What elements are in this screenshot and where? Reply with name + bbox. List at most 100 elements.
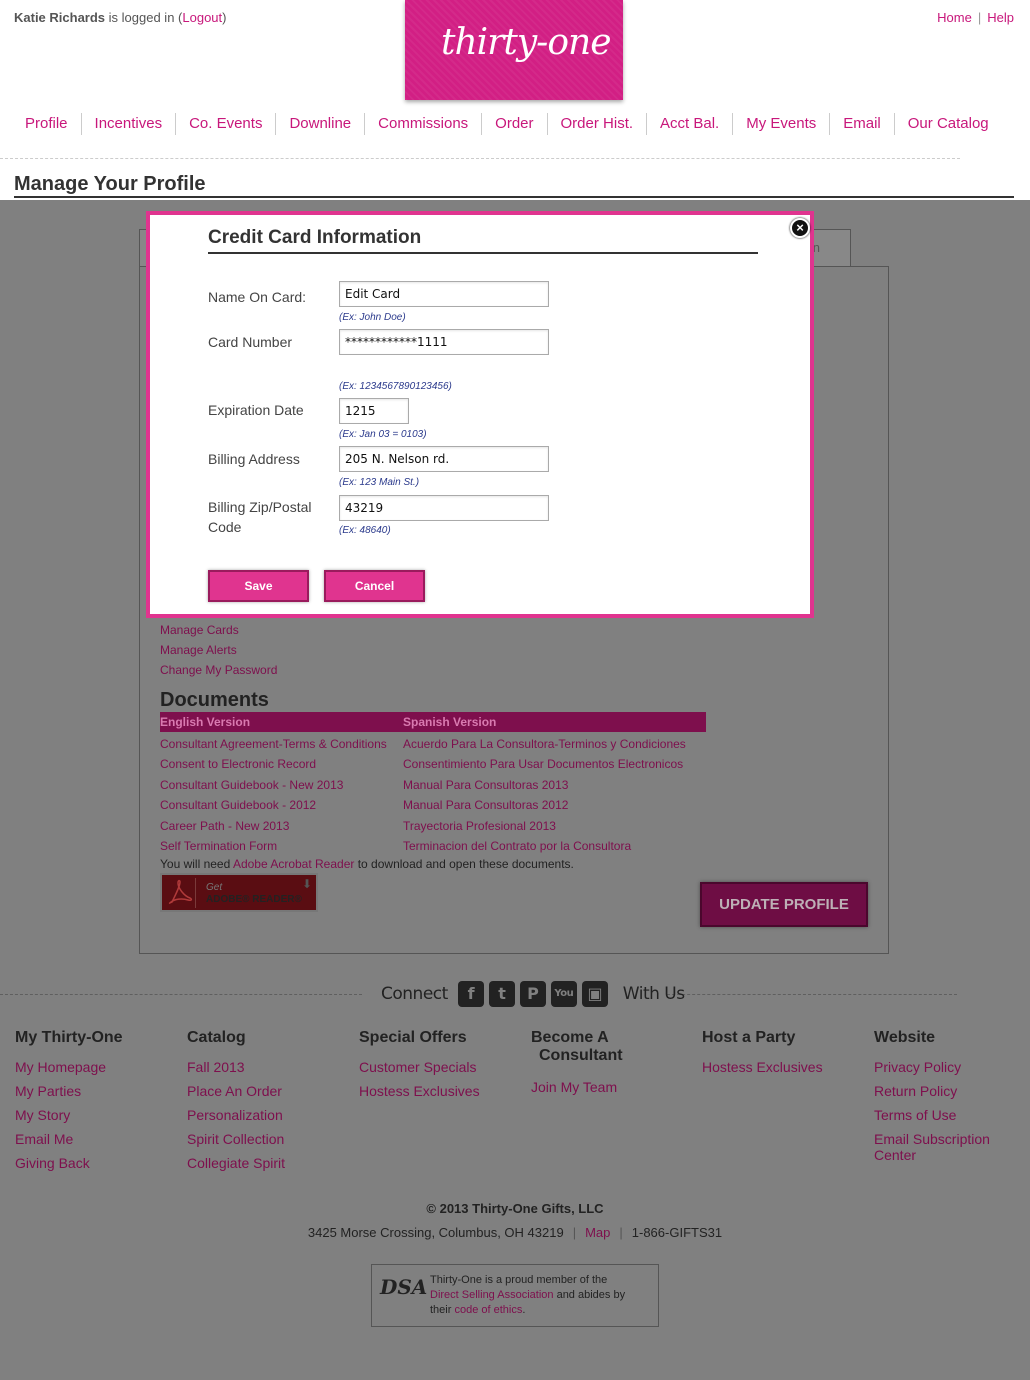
- footer-link[interactable]: Email Subscription Center: [874, 1127, 990, 1163]
- get-adobe-reader-badge[interactable]: Get ADOBE® READER® ⬇: [160, 873, 318, 912]
- dsa-membership-box: DSA Thirty-One is a proud member of the …: [371, 1264, 659, 1327]
- billing-zip-input[interactable]: [339, 495, 549, 521]
- billing-address-label: Billing Address: [208, 451, 300, 467]
- footer-become-consultant: Become A Consultant Join My Team: [531, 1029, 623, 1099]
- document-link[interactable]: Consentimiento Para Usar Documentos Elec…: [403, 754, 686, 774]
- nav-order[interactable]: Order: [481, 113, 546, 135]
- logout-link[interactable]: Logout: [182, 10, 222, 25]
- document-link[interactable]: Consultant Guidebook - New 2013: [160, 775, 387, 795]
- company-address: 3425 Morse Crossing, Columbus, OH 43219 |…: [307, 1225, 723, 1240]
- pinterest-icon[interactable]: P: [519, 981, 546, 1007]
- login-status: Katie Richards is logged in (Logout): [14, 10, 227, 25]
- footer-my-thirty-one: My Thirty-One My Homepage My Parties My …: [15, 1029, 123, 1175]
- document-link[interactable]: Trayectoria Profesional 2013: [403, 816, 686, 836]
- footer-link[interactable]: Customer Specials: [359, 1055, 480, 1079]
- pdf-icon: [166, 878, 196, 908]
- document-link[interactable]: Acuerdo Para La Consultora-Terminos y Co…: [403, 734, 686, 754]
- name-on-card-label: Name On Card:: [208, 289, 307, 305]
- account-links: Manage Cards Manage Alerts Change My Pas…: [160, 620, 277, 680]
- footer-link[interactable]: Email Me: [15, 1127, 123, 1151]
- spanish-documents: Acuerdo Para La Consultora-Terminos y Co…: [403, 734, 686, 856]
- footer-link[interactable]: Join My Team: [531, 1075, 623, 1099]
- footer-heading: Special Offers: [359, 1029, 467, 1046]
- manage-cards-link[interactable]: Manage Cards: [160, 620, 277, 640]
- nav-commissions[interactable]: Commissions: [364, 113, 481, 135]
- main-nav: Profile Incentives Co. Events Downline C…: [12, 113, 1002, 135]
- dsa-link[interactable]: Direct Selling Association: [430, 1289, 554, 1301]
- footer-link[interactable]: Collegiate Spirit: [187, 1151, 285, 1175]
- modal-title: Credit Card Information: [208, 227, 422, 248]
- nav-acct-bal[interactable]: Acct Bal.: [646, 113, 732, 135]
- cancel-button[interactable]: Cancel: [324, 570, 425, 602]
- nav-my-events[interactable]: My Events: [732, 113, 829, 135]
- footer-catalog: Catalog Fall 2013 Place An Order Persona…: [187, 1029, 285, 1175]
- footer-special-offers: Special Offers Customer Specials Hostess…: [359, 1029, 480, 1103]
- map-link[interactable]: Map: [585, 1225, 610, 1240]
- instagram-icon[interactable]: ▣: [581, 981, 608, 1007]
- footer-link[interactable]: Place An Order: [187, 1079, 285, 1103]
- header: Katie Richards is logged in (Logout) thi…: [0, 0, 1030, 200]
- footer-link[interactable]: Return Policy: [874, 1079, 990, 1103]
- document-link[interactable]: Consultant Agreement-Terms & Conditions: [160, 734, 387, 754]
- documents-title: Documents: [160, 689, 269, 711]
- billing-address-input[interactable]: [339, 446, 549, 472]
- document-link[interactable]: Consent to Electronic Record: [160, 754, 387, 774]
- document-link[interactable]: Consultant Guidebook - 2012: [160, 795, 387, 815]
- expiration-date-input[interactable]: [339, 398, 409, 424]
- home-link[interactable]: Home: [937, 10, 972, 25]
- document-link[interactable]: Self Termination Form: [160, 836, 387, 856]
- nav-our-catalog[interactable]: Our Catalog: [893, 113, 1002, 135]
- footer-link[interactable]: Hostess Exclusives: [702, 1055, 823, 1079]
- document-link[interactable]: Career Path - New 2013: [160, 816, 387, 836]
- close-icon[interactable]: ×: [790, 218, 810, 238]
- card-number-hint: (Ex: 1234567890123456): [339, 381, 452, 392]
- document-link[interactable]: Manual Para Consultoras 2012: [403, 795, 686, 815]
- nav-downline[interactable]: Downline: [275, 113, 364, 135]
- title-rule: [14, 196, 1014, 198]
- nav-order-hist[interactable]: Order Hist.: [546, 113, 647, 135]
- update-profile-button[interactable]: UPDATE PROFILE: [700, 882, 868, 927]
- expiration-date-label: Expiration Date: [208, 402, 304, 418]
- footer-link[interactable]: Fall 2013: [187, 1055, 285, 1079]
- twitter-icon[interactable]: t: [488, 981, 515, 1007]
- help-link[interactable]: Help: [987, 10, 1014, 25]
- document-link[interactable]: Manual Para Consultoras 2013: [403, 775, 686, 795]
- footer-heading: Host a Party: [702, 1029, 796, 1046]
- thirty-one-logo[interactable]: thirty-one: [405, 0, 623, 100]
- card-number-input[interactable]: [339, 329, 549, 355]
- change-password-link[interactable]: Change My Password: [160, 660, 277, 680]
- credit-card-modal: Credit Card Information × Name On Card: …: [146, 211, 814, 618]
- footer-host-a-party: Host a Party Hostess Exclusives: [702, 1029, 823, 1079]
- footer-link[interactable]: Privacy Policy: [874, 1055, 990, 1079]
- nav-profile[interactable]: Profile: [12, 113, 81, 135]
- page-title: Manage Your Profile: [14, 173, 206, 195]
- social-icons: f t P You ▣: [457, 981, 613, 1007]
- nav-email[interactable]: Email: [829, 113, 894, 135]
- manage-alerts-link[interactable]: Manage Alerts: [160, 640, 277, 660]
- youtube-icon[interactable]: You: [550, 981, 577, 1007]
- footer-link[interactable]: Spirit Collection: [187, 1127, 285, 1151]
- footer-link[interactable]: My Homepage: [15, 1055, 123, 1079]
- nav-incentives[interactable]: Incentives: [80, 113, 176, 135]
- footer-heading: Become A Consultant: [531, 1029, 623, 1064]
- billing-zip-label: Billing Zip/Postal Code: [208, 499, 312, 535]
- facebook-icon[interactable]: f: [457, 981, 484, 1007]
- footer-link[interactable]: My Parties: [15, 1079, 123, 1103]
- spanish-version-header: Spanish Version: [403, 715, 497, 729]
- name-on-card-input[interactable]: [339, 281, 549, 307]
- footer-link[interactable]: Giving Back: [15, 1151, 123, 1175]
- acrobat-reader-link[interactable]: Adobe Acrobat Reader: [233, 857, 354, 871]
- footer-link[interactable]: Personalization: [187, 1103, 285, 1127]
- save-button[interactable]: Save: [208, 570, 309, 602]
- english-version-header: English Version: [160, 715, 251, 729]
- user-name: Katie Richards: [14, 10, 106, 25]
- name-on-card-hint: (Ex: John Doe): [339, 312, 406, 323]
- footer-link[interactable]: Terms of Use: [874, 1103, 990, 1127]
- divider: [0, 994, 362, 995]
- code-of-ethics-link[interactable]: code of ethics: [454, 1304, 522, 1316]
- nav-co-events[interactable]: Co. Events: [175, 113, 275, 135]
- footer-link[interactable]: Hostess Exclusives: [359, 1079, 480, 1103]
- billing-address-hint: (Ex: 123 Main St.): [339, 477, 420, 488]
- footer-link[interactable]: My Story: [15, 1103, 123, 1127]
- document-link[interactable]: Terminacion del Contrato por la Consulto…: [403, 836, 686, 856]
